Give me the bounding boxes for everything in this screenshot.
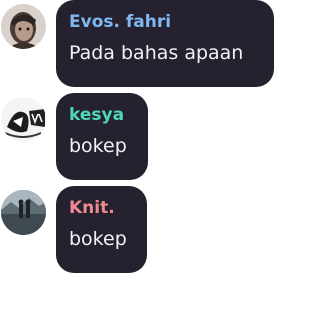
message-text: Pada bahas apaan [69,42,244,64]
chat-message: kesya bokep [0,93,274,183]
message-bubble: Evos. fahri Pada bahas apaan [56,0,274,87]
profile-photo-icon [1,97,46,142]
profile-photo-icon [1,190,46,235]
author-name[interactable]: Knit. [69,197,115,219]
message-bubble: kesya bokep [56,93,148,180]
profile-photo-icon [1,4,46,49]
author-name[interactable]: kesya [69,104,124,126]
chat-message: Knit. bokep [0,186,274,276]
avatar-evos-fahri[interactable] [1,4,46,49]
author-name[interactable]: Evos. fahri [69,11,171,33]
avatar-kesya[interactable] [1,97,46,142]
message-text: bokep [69,135,127,157]
message-text: bokep [69,228,127,250]
message-bubble: Knit. bokep [56,186,147,273]
chat-message: Evos. fahri Pada bahas apaan [0,0,274,90]
avatar-knit[interactable] [1,190,46,235]
